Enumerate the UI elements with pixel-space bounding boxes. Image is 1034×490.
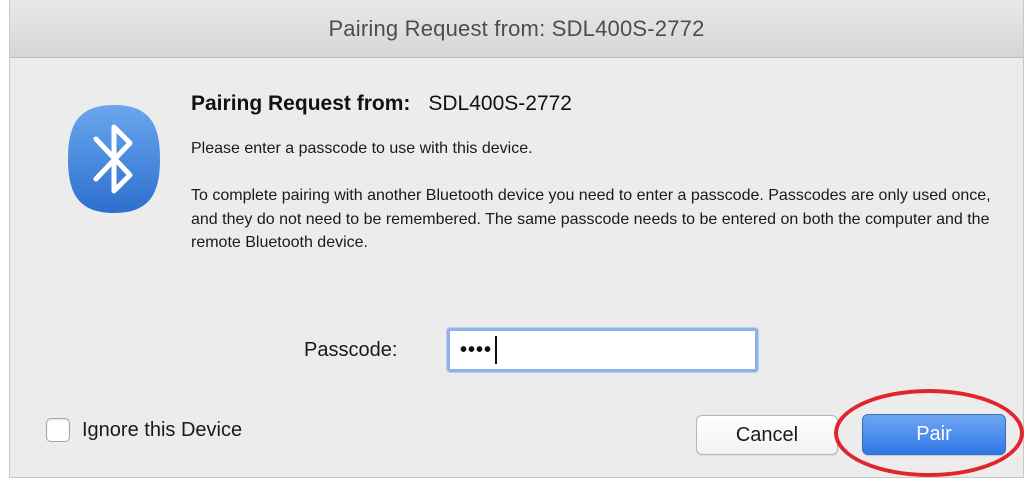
text-caret xyxy=(495,336,498,364)
cancel-button[interactable]: Cancel xyxy=(696,415,838,455)
dialog-content: Pairing Request from: SDL400S-2772 Pleas… xyxy=(191,92,1011,255)
pairing-dialog-window: Pairing Request from: SDL400S-2772 Pairi… xyxy=(9,0,1024,478)
ignore-device-label[interactable]: Ignore this Device xyxy=(82,419,242,442)
dialog-heading: Pairing Request from: SDL400S-2772 xyxy=(191,92,1011,116)
window-title: Pairing Request from: SDL400S-2772 xyxy=(328,15,705,41)
window-titlebar[interactable]: Pairing Request from: SDL400S-2772 xyxy=(10,0,1023,58)
dialog-explanation: To complete pairing with another Bluetoo… xyxy=(191,187,991,251)
passcode-field[interactable]: •••• xyxy=(447,328,758,372)
pair-button[interactable]: Pair xyxy=(862,414,1006,455)
dialog-subtext: Please enter a passcode to use with this… xyxy=(191,140,533,157)
screenshot-stage: Pairing Request from: SDL400S-2772 Pairi… xyxy=(0,0,1034,490)
passcode-value: •••• xyxy=(460,338,493,361)
heading-label: Pairing Request from: xyxy=(191,92,411,115)
device-name: SDL400S-2772 xyxy=(428,92,572,115)
bluetooth-icon xyxy=(68,105,160,213)
passcode-label: Passcode: xyxy=(304,339,398,361)
ignore-device-checkbox[interactable] xyxy=(46,418,70,442)
ignore-device-option[interactable]: Ignore this Device xyxy=(46,418,242,442)
